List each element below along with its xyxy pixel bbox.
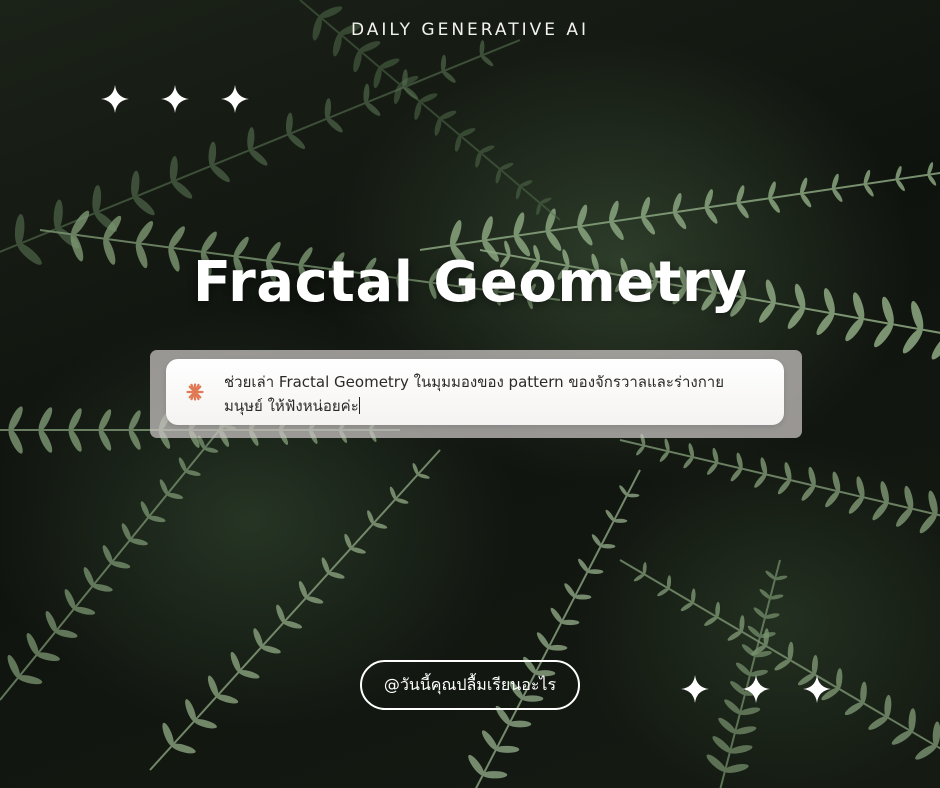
star-icon — [742, 675, 770, 703]
star-icon — [101, 85, 129, 113]
prompt-line-2: มนุษย์ ให้ฟังหน่อยค่ะ — [224, 394, 764, 418]
sparkle-icon — [186, 383, 204, 401]
fern-frond — [0, 39, 521, 265]
text-cursor — [358, 397, 360, 414]
star-icon — [681, 675, 709, 703]
prompt-text: ช่วยเล่า Fractal Geometry ในมุมมองของ pa… — [224, 370, 764, 418]
star-icon — [221, 85, 249, 113]
fern-frond — [468, 469, 641, 788]
prompt-input[interactable]: ช่วยเล่า Fractal Geometry ในมุมมองของ pa… — [166, 359, 784, 425]
poster-canvas: DAILY GENERATIVE AI Fractal Geometry ช่ว… — [0, 0, 940, 788]
fern-frond — [619, 433, 940, 534]
page-title: Fractal Geometry — [192, 250, 748, 315]
fern-frond — [149, 449, 441, 771]
prompt-line-1: ช่วยเล่า Fractal Geometry ในมุมมองของ pa… — [224, 373, 724, 391]
brand-label: DAILY GENERATIVE AI — [350, 20, 590, 40]
handle-pill[interactable]: @วันนี้คุณปลื้มเรียนอะไร — [360, 660, 580, 710]
star-icon — [161, 85, 189, 113]
prompt-card: ช่วยเล่า Fractal Geometry ในมุมมองของ pa… — [150, 350, 802, 438]
prompt-line-2-text: มนุษย์ ให้ฟังหน่อยค่ะ — [224, 397, 359, 415]
star-icon — [803, 675, 831, 703]
fern-frond — [619, 559, 940, 760]
